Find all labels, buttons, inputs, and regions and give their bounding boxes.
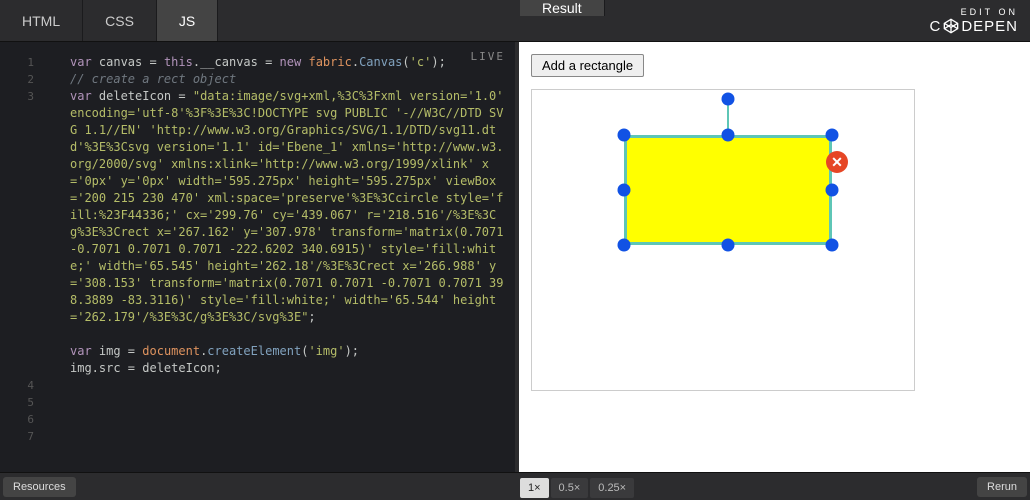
main-split: LIVE 1234567 var canvas = this.__canvas … — [0, 42, 1030, 472]
resize-handle[interactable] — [826, 129, 839, 142]
add-rectangle-button[interactable]: Add a rectangle — [531, 54, 644, 77]
code-line — [54, 326, 505, 343]
code-line: img.src = deleteIcon; — [54, 360, 505, 377]
resize-handle[interactable] — [618, 129, 631, 142]
resize-handle[interactable] — [722, 239, 735, 252]
resize-handle[interactable] — [722, 92, 735, 105]
code-line: var deleteIcon = "data:image/svg+xml,%3C… — [54, 88, 505, 326]
resize-handle[interactable] — [618, 184, 631, 197]
delete-control-icon[interactable]: ✕ — [826, 151, 848, 173]
brand-logo: C DEPEN — [929, 18, 1018, 35]
tab-js[interactable]: JS — [157, 0, 218, 41]
code-tabs: HTML CSS JS — [0, 0, 218, 41]
rectangle-shape[interactable] — [624, 135, 832, 245]
result-pane: Add a rectangle ✕ — [515, 42, 1030, 472]
brand-edit-label: EDIT ON — [961, 7, 1018, 17]
code-line: var img = document.createElement('img'); — [54, 343, 505, 360]
zoom-controls: 1×0.5×0.25× — [520, 475, 634, 498]
code-line — [54, 377, 505, 394]
rerun-button[interactable]: Rerun — [977, 477, 1027, 497]
zoom-button[interactable]: 0.5× — [551, 478, 589, 498]
code-line: var canvas = this.__canvas = new fabric.… — [54, 54, 505, 71]
footer-bar: Resources 1×0.5×0.25× Rerun — [0, 472, 1030, 500]
line-gutter: 1234567 — [0, 54, 44, 445]
codepen-icon — [943, 18, 959, 34]
rectangle-object[interactable]: ✕ — [624, 135, 832, 245]
zoom-button[interactable]: 0.25× — [590, 478, 634, 498]
resize-handle[interactable] — [826, 239, 839, 252]
resources-button[interactable]: Resources — [3, 477, 76, 497]
resize-handle[interactable] — [826, 184, 839, 197]
header-bar: HTML CSS JS Result EDIT ON C DEPEN — [0, 0, 1030, 42]
tab-css[interactable]: CSS — [83, 0, 157, 41]
brand-link[interactable]: EDIT ON C DEPEN — [917, 0, 1030, 41]
code-line: // create a rect object — [54, 71, 505, 88]
code-content[interactable]: var canvas = this.__canvas = new fabric.… — [54, 54, 505, 394]
resize-handle[interactable] — [618, 239, 631, 252]
tab-result[interactable]: Result — [520, 0, 605, 16]
tab-html[interactable]: HTML — [0, 0, 83, 41]
editor-pane[interactable]: LIVE 1234567 var canvas = this.__canvas … — [0, 42, 515, 472]
canvas[interactable]: ✕ — [531, 89, 915, 391]
zoom-button[interactable]: 1× — [520, 478, 549, 498]
resize-handle[interactable] — [722, 129, 735, 142]
